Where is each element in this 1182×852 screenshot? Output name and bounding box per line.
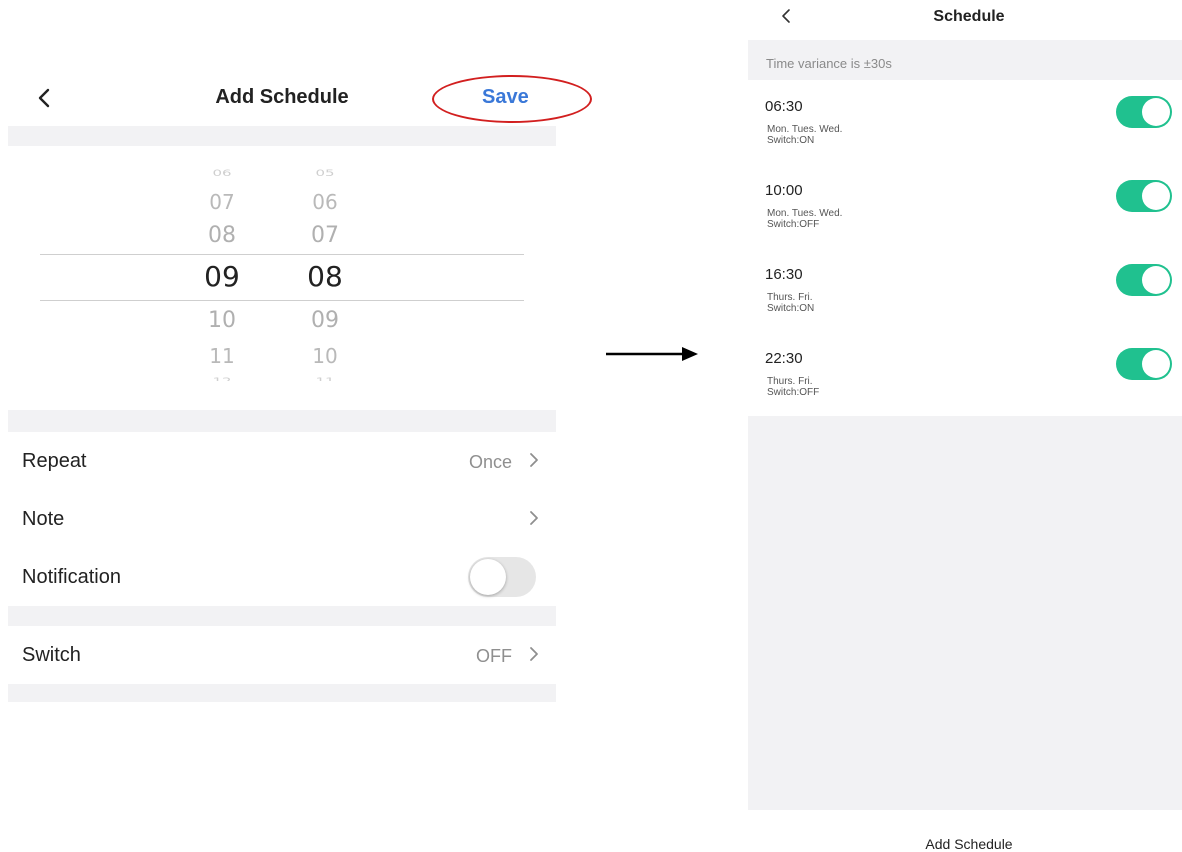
schedule-days: Mon. Tues. Wed. bbox=[767, 208, 843, 219]
schedule-action: Switch:OFF bbox=[767, 219, 820, 230]
section-divider bbox=[8, 606, 556, 626]
add-schedule-button[interactable]: Add Schedule bbox=[756, 836, 1182, 852]
toggle-knob bbox=[470, 559, 506, 595]
note-label: Note bbox=[22, 508, 65, 530]
notification-toggle[interactable] bbox=[468, 557, 536, 597]
notification-label: Notification bbox=[22, 566, 121, 588]
hour-wheel[interactable]: 06 07 08 09 10 11 12 bbox=[192, 146, 252, 410]
time-picker[interactable]: 06 07 08 09 10 11 12 05 06 07 08 09 10 1… bbox=[8, 146, 556, 410]
schedule-time: 10:00 bbox=[765, 182, 803, 199]
toggle-knob bbox=[1142, 350, 1170, 378]
add-schedule-header: Add Schedule Save bbox=[8, 70, 592, 126]
time-variance-note: Time variance is ±30s bbox=[766, 56, 892, 71]
hour-option[interactable]: 06 bbox=[192, 168, 252, 179]
schedule-action: Switch:OFF bbox=[767, 387, 820, 398]
minute-option[interactable]: 07 bbox=[295, 223, 355, 248]
minute-option[interactable]: 11 bbox=[295, 376, 355, 381]
schedule-screen: Schedule Time variance is ±30s 06:30 Mon… bbox=[748, 0, 1182, 852]
save-button[interactable]: Save bbox=[482, 86, 529, 109]
schedule-time: 06:30 bbox=[765, 98, 803, 115]
schedule-time: 22:30 bbox=[765, 350, 803, 367]
section-divider bbox=[8, 126, 556, 146]
note-row[interactable]: Note bbox=[8, 490, 556, 548]
toggle-knob bbox=[1142, 98, 1170, 126]
minute-option[interactable]: 09 bbox=[295, 308, 355, 333]
section-divider bbox=[8, 684, 556, 702]
chevron-right-icon bbox=[528, 508, 540, 528]
toggle-knob bbox=[1142, 266, 1170, 294]
toggle-knob bbox=[1142, 182, 1170, 210]
switch-row[interactable]: Switch OFF bbox=[8, 626, 556, 684]
minute-option-selected[interactable]: 08 bbox=[295, 260, 355, 293]
switch-value: OFF bbox=[476, 646, 512, 666]
minute-option[interactable]: 06 bbox=[295, 190, 355, 214]
schedule-item[interactable]: 22:30 Thurs. Fri. Switch:OFF bbox=[748, 332, 1182, 416]
schedule-toggle[interactable] bbox=[1116, 348, 1172, 380]
repeat-value: Once bbox=[468, 452, 512, 472]
hour-option[interactable]: 08 bbox=[192, 223, 252, 248]
schedule-days: Thurs. Fri. bbox=[767, 376, 813, 387]
schedule-toggle[interactable] bbox=[1116, 180, 1172, 212]
schedule-item[interactable]: 10:00 Mon. Tues. Wed. Switch:OFF bbox=[748, 164, 1182, 248]
schedule-item[interactable]: 06:30 Mon. Tues. Wed. Switch:ON bbox=[748, 80, 1182, 164]
schedule-toggle[interactable] bbox=[1116, 96, 1172, 128]
schedule-time: 16:30 bbox=[765, 266, 803, 283]
chevron-right-icon bbox=[528, 644, 540, 664]
chevron-right-icon bbox=[528, 450, 540, 470]
hour-option[interactable]: 10 bbox=[192, 308, 252, 333]
schedule-days: Thurs. Fri. bbox=[767, 292, 813, 303]
schedule-list: Time variance is ±30s 06:30 Mon. Tues. W… bbox=[748, 40, 1182, 810]
picker-selection-bottom-line bbox=[40, 300, 524, 301]
minute-option[interactable]: 10 bbox=[295, 344, 355, 368]
picker-selection-top-line bbox=[40, 254, 524, 255]
repeat-label: Repeat bbox=[22, 450, 87, 472]
hour-option[interactable]: 07 bbox=[192, 190, 252, 214]
schedule-header: Schedule bbox=[756, 0, 1182, 40]
add-schedule-screen: Add Schedule Save 06 07 08 09 10 11 12 0… bbox=[8, 0, 592, 852]
page-title: Schedule bbox=[933, 8, 1005, 25]
schedule-item[interactable]: 16:30 Thurs. Fri. Switch:ON bbox=[748, 248, 1182, 332]
minute-option[interactable]: 05 bbox=[295, 168, 355, 179]
repeat-row[interactable]: Repeat Once bbox=[8, 432, 556, 490]
section-divider bbox=[8, 410, 556, 432]
switch-label: Switch bbox=[22, 644, 81, 666]
hour-option[interactable]: 11 bbox=[192, 344, 252, 368]
schedule-toggle[interactable] bbox=[1116, 264, 1172, 296]
hour-option[interactable]: 12 bbox=[192, 376, 252, 381]
schedule-action: Switch:ON bbox=[767, 135, 815, 146]
notification-row: Notification bbox=[8, 548, 556, 606]
minute-wheel[interactable]: 05 06 07 08 09 10 11 bbox=[295, 146, 355, 410]
transition-arrow-icon bbox=[606, 347, 698, 361]
schedule-action: Switch:ON bbox=[767, 303, 815, 314]
hour-option-selected[interactable]: 09 bbox=[192, 260, 252, 293]
schedule-days: Mon. Tues. Wed. bbox=[767, 124, 843, 135]
